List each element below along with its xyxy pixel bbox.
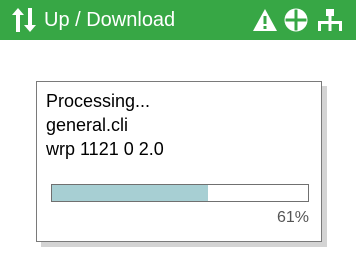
up-down-arrows-icon <box>11 8 37 32</box>
status-text: Processing... general.cli wrp 1121 0 2.0 <box>46 89 164 161</box>
circle-quadrant-icon <box>284 8 308 32</box>
file-details: wrp 1121 0 2.0 <box>46 139 164 159</box>
title-bar: Up / Download <box>0 0 356 40</box>
progress-bar <box>51 184 309 202</box>
progress-percent: 61% <box>276 209 309 226</box>
warning-triangle-icon <box>253 9 277 31</box>
processing-dialog: Processing... general.cli wrp 1121 0 2.0… <box>36 81 322 242</box>
network-icon <box>318 9 342 31</box>
status-icons <box>252 7 348 33</box>
page-title: Up / Download <box>44 9 176 31</box>
progress-bar-fill <box>52 185 209 201</box>
status-line: Processing... <box>46 91 151 111</box>
file-name: general.cli <box>46 115 129 135</box>
